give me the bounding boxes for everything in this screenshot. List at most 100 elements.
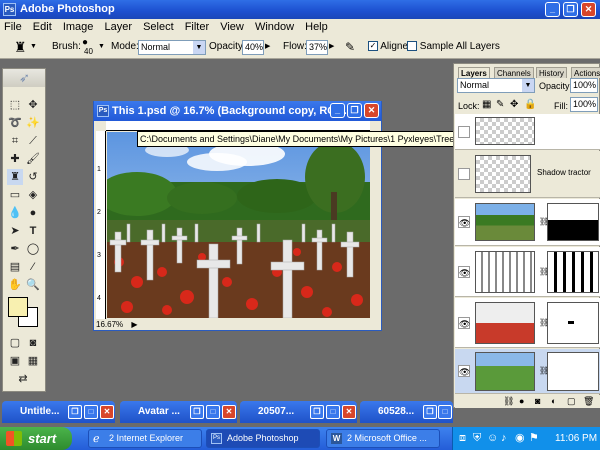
layer-row[interactable] <box>455 114 600 150</box>
restore-icon[interactable]: ❐ <box>423 405 437 419</box>
document-title-bar[interactable]: Ps This 1.psd @ 16.7% (Background copy, … <box>94 101 381 121</box>
fill-input[interactable]: 100% <box>570 97 598 112</box>
menu-view[interactable]: View <box>216 19 248 35</box>
start-button[interactable]: start <box>0 427 72 450</box>
zoom-level[interactable]: 16.67% <box>96 320 123 329</box>
screen-mode-full-icon[interactable]: ▦ <box>25 353 41 369</box>
maximize-button[interactable]: ❐ <box>563 2 578 17</box>
menu-edit[interactable]: Edit <box>29 19 56 35</box>
restore-icon[interactable]: ❐ <box>310 405 324 419</box>
layer-row-selected[interactable]: 👁 ⛓ <box>455 349 600 394</box>
pen-tool-icon[interactable]: ✒ <box>7 241 23 257</box>
sample-all-option[interactable]: Sample All Layers <box>407 35 500 59</box>
eye-icon[interactable]: 👁 <box>458 266 470 278</box>
link-layers-icon[interactable]: ⛓ <box>503 395 514 408</box>
menu-image[interactable]: Image <box>59 19 98 35</box>
eye-icon[interactable]: 👁 <box>458 317 470 329</box>
type-tool-icon[interactable]: T <box>25 223 41 239</box>
lock-all-icon[interactable]: 🔒 <box>524 99 536 110</box>
layer-row[interactable]: 👁 ⛓ <box>455 199 600 246</box>
close-icon[interactable]: ✕ <box>222 405 236 419</box>
flow-dropdown-icon[interactable]: ▶ <box>329 35 334 59</box>
history-brush-icon[interactable]: ↺ <box>25 169 41 185</box>
hand-tool-icon[interactable]: ✋ <box>7 277 23 293</box>
opacity-input[interactable]: 40% <box>242 40 264 55</box>
healing-brush-icon[interactable]: ✚ <box>7 151 23 167</box>
blend-mode-select[interactable]: Normal ▼ <box>457 78 535 93</box>
lasso-tool-icon[interactable]: ➰ <box>7 115 23 131</box>
lock-paint-icon[interactable]: ✎ <box>496 99 504 110</box>
menu-file[interactable]: File <box>0 19 26 35</box>
visibility-toggle-off[interactable] <box>458 126 470 138</box>
tab-channels[interactable]: Channels <box>494 67 534 78</box>
maximize-icon[interactable]: □ <box>438 405 452 419</box>
minimized-window[interactable]: 20507... ❐ □ ✕ <box>240 401 357 423</box>
blur-tool-icon[interactable]: 💧 <box>7 205 23 221</box>
brush-dropdown-icon[interactable]: ▼ <box>98 35 105 59</box>
close-button[interactable]: ✕ <box>581 2 596 17</box>
standard-mode-icon[interactable]: ▢ <box>7 335 23 351</box>
add-mask-icon[interactable]: ◙ <box>535 395 540 408</box>
path-select-icon[interactable]: ➤ <box>7 223 23 239</box>
volume-icon[interactable]: ♪ <box>501 427 507 450</box>
antivirus-icon[interactable]: ◉ <box>515 427 525 450</box>
network-icon[interactable]: ⧈ <box>459 427 466 450</box>
taskbar-item-photoshop[interactable]: Ps Adobe Photoshop <box>206 429 320 448</box>
menu-select[interactable]: Select <box>139 19 178 35</box>
update-icon[interactable]: ⚑ <box>529 427 539 450</box>
doc-maximize-button[interactable]: ❐ <box>347 103 362 118</box>
crop-tool-icon[interactable]: ⌗ <box>7 133 23 149</box>
menu-help[interactable]: Help <box>301 19 332 35</box>
menu-window[interactable]: Window <box>251 19 298 35</box>
shape-tool-icon[interactable]: ◯ <box>25 241 41 257</box>
menu-layer[interactable]: Layer <box>100 19 136 35</box>
screen-mode-standard-icon[interactable]: ▣ <box>7 353 23 369</box>
minimized-window[interactable]: 60528... ❐ □ <box>360 401 453 423</box>
eye-icon[interactable]: 👁 <box>458 216 470 228</box>
layer-opacity-input[interactable]: 100% <box>570 78 598 93</box>
sample-all-checkbox[interactable] <box>407 41 417 52</box>
tab-layers[interactable]: Layers <box>458 67 490 78</box>
zoom-tool-icon[interactable]: 🔍 <box>25 277 41 293</box>
eraser-icon[interactable]: ▭ <box>7 187 23 203</box>
clone-stamp-tool-icon[interactable]: ♜ <box>14 35 27 59</box>
tool-preset-dropdown-icon[interactable]: ▼ <box>30 35 37 59</box>
paint-bucket-icon[interactable]: ◈ <box>25 187 41 203</box>
menu-filter[interactable]: Filter <box>181 19 213 35</box>
opacity-dropdown-icon[interactable]: ▶ <box>265 35 270 59</box>
taskbar-item-office[interactable]: W 2 Microsoft Office ... <box>326 429 440 448</box>
doc-close-button[interactable]: ✕ <box>364 103 379 118</box>
jump-to-imageready-icon[interactable]: ⇄ <box>15 371 31 387</box>
tab-history[interactable]: History <box>536 67 567 78</box>
visibility-toggle-off[interactable] <box>458 168 470 180</box>
dodge-tool-icon[interactable]: ● <box>25 205 41 221</box>
maximize-icon[interactable]: □ <box>326 405 340 419</box>
lock-move-icon[interactable]: ✥ <box>510 99 518 110</box>
restore-icon[interactable]: ❐ <box>68 405 82 419</box>
eye-icon[interactable]: 👁 <box>458 365 470 377</box>
minimized-window[interactable]: Untitle... ❐ □ ✕ <box>2 401 115 423</box>
taskbar-item-ie[interactable]: ℯ 2 Internet Explorer <box>88 429 202 448</box>
maximize-icon[interactable]: □ <box>84 405 98 419</box>
lock-transparent-icon[interactable]: ▦ <box>482 99 491 110</box>
close-icon[interactable]: ✕ <box>100 405 114 419</box>
layer-row[interactable]: 👁 ⛓ <box>455 298 600 348</box>
minimized-window[interactable]: Avatar ... ❐ □ ✕ <box>120 401 237 423</box>
eyedropper-icon[interactable]: ⁄ <box>25 259 41 275</box>
layer-row[interactable]: 👁 ⛓ <box>455 247 600 297</box>
security-icon[interactable]: ⛨ <box>473 427 481 450</box>
layer-row[interactable]: Shadow tractor <box>455 151 600 198</box>
airbrush-icon[interactable]: ✎ <box>345 35 355 59</box>
new-layer-icon[interactable]: ▢ <box>567 395 576 408</box>
layer-style-icon[interactable]: ● <box>519 395 524 408</box>
close-icon[interactable]: ✕ <box>342 405 356 419</box>
slice-tool-icon[interactable]: ⟋ <box>25 133 41 149</box>
mode-select[interactable]: Normal ▼ <box>138 40 206 55</box>
doc-minimize-button[interactable]: _ <box>330 103 345 118</box>
marquee-tool-icon[interactable]: ⬚ <box>7 97 23 113</box>
notes-tool-icon[interactable]: ▤ <box>7 259 23 275</box>
flow-input[interactable]: 37% <box>306 40 328 55</box>
brush-tool-icon[interactable]: 🖌 <box>25 151 41 167</box>
messenger-icon[interactable]: ☺ <box>487 427 498 450</box>
move-tool-icon[interactable]: ✥ <box>25 97 41 113</box>
